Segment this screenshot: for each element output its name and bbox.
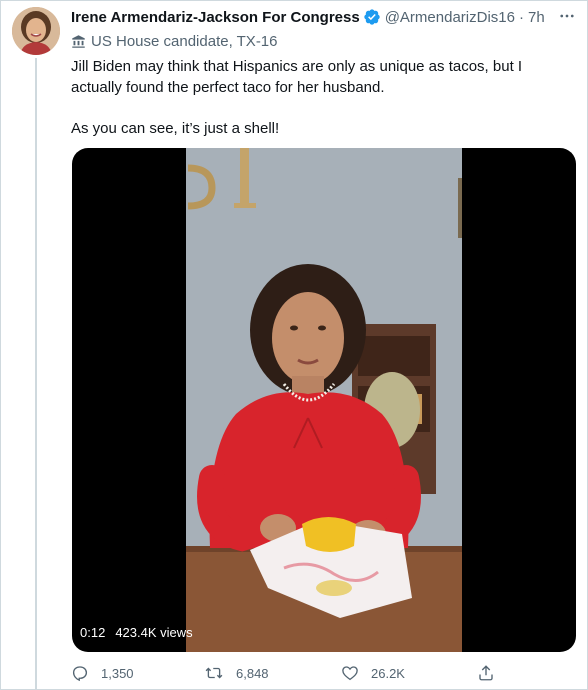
separator-dot: · [518, 8, 524, 26]
share-button[interactable] [477, 664, 507, 682]
reply-icon [72, 666, 88, 682]
like-button[interactable]: 26.2K [341, 664, 405, 682]
reply-count: 1,350 [101, 665, 134, 681]
tweet-text: Jill Biden may think that Hispanics are … [71, 56, 571, 139]
government-building-icon [72, 34, 85, 48]
tweet-text-paragraph: As you can see, it’s just a shell! [71, 120, 280, 137]
account-label[interactable]: US House candidate, TX-16 [71, 31, 278, 51]
heart-icon [342, 666, 358, 681]
tweet-text-paragraph: Jill Biden may think that Hispanics are … [71, 58, 523, 96]
author-name[interactable]: Irene Armendariz-Jackson For Congress [71, 9, 360, 26]
video-duration: 0:12 [80, 625, 106, 640]
reply-button[interactable]: 1,350 [71, 664, 134, 682]
like-count: 26.2K [371, 665, 405, 681]
tweet-header: Irene Armendariz-Jackson For Congress @A… [71, 7, 545, 27]
tweet-actions: 1,350 6,848 26.2K [71, 664, 511, 686]
thread-line [35, 58, 37, 690]
video-stats: 0:12 423.4K views [80, 625, 193, 640]
retweet-count: 6,848 [236, 665, 269, 681]
verified-badge-icon [363, 8, 381, 26]
share-icon [479, 665, 493, 681]
tweet-time[interactable]: 7h [528, 9, 545, 26]
avatar[interactable] [12, 7, 60, 55]
more-icon[interactable] [556, 6, 578, 26]
retweet-icon [205, 667, 223, 679]
video-frame [186, 148, 462, 652]
video-player[interactable]: 0:12 423.4K views [72, 148, 576, 652]
retweet-button[interactable]: 6,848 [204, 664, 269, 682]
video-views: 423.4K views [115, 625, 193, 640]
account-label-text: US House candidate, TX-16 [91, 32, 278, 50]
author-handle[interactable]: @ArmendarizDis16 [385, 9, 515, 26]
